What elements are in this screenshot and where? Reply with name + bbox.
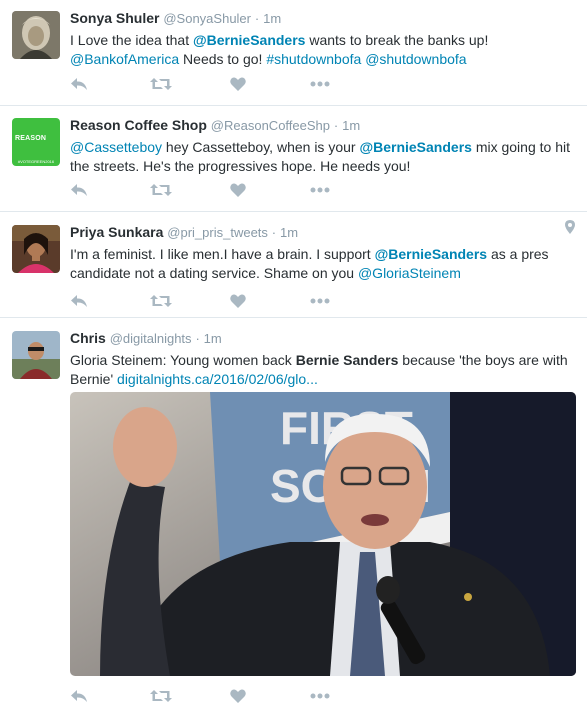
highlighted-text: Bernie Sanders (295, 352, 399, 368)
reply-button[interactable] (70, 292, 150, 310)
more-icon (310, 81, 330, 87)
like-icon (230, 183, 246, 197)
separator-dot: · (271, 225, 277, 240)
tweet-actions (70, 687, 390, 705)
separator-dot: · (333, 118, 339, 133)
tweet-time[interactable]: 1m (263, 11, 281, 26)
mention-link[interactable]: @BankofAmerica (70, 51, 179, 67)
mention-link[interactable]: @shutdownbofa (365, 51, 466, 67)
tweet-sonya[interactable]: Sonya Shuler @SonyaShuler · 1m I Love th… (0, 0, 587, 106)
reply-button[interactable] (70, 687, 150, 705)
text-segment: Gloria Steinem: Young women back (70, 352, 296, 368)
retweet-button[interactable] (150, 75, 230, 93)
author-name[interactable]: Priya Sunkara (70, 224, 163, 240)
tweet-time[interactable]: 1m (280, 225, 298, 240)
like-button[interactable] (230, 687, 310, 705)
avatar-sonya[interactable] (12, 11, 60, 59)
reply-button[interactable] (70, 181, 150, 199)
avatar-reason-coffee[interactable]: REASON #VOTEGREEN2016 (12, 118, 60, 166)
like-button[interactable] (230, 292, 310, 310)
retweet-button[interactable] (150, 687, 230, 705)
tweet-time[interactable]: 1m (204, 331, 222, 346)
more-icon (310, 298, 330, 304)
tweet-actions (70, 292, 390, 310)
reply-icon (71, 295, 87, 307)
avatar-chris[interactable] (12, 331, 60, 379)
reply-icon (71, 78, 87, 90)
separator-dot: · (254, 11, 260, 26)
retweet-icon (150, 78, 172, 90)
tweet-text: @Cassetteboy hey Cassetteboy, when is yo… (70, 138, 577, 176)
mention-link[interactable]: @BernieSanders (193, 32, 305, 48)
more-button[interactable] (310, 75, 390, 93)
tweet-text: I'm a feminist. I like men.I have a brai… (70, 245, 577, 283)
tweet-reason-coffee[interactable]: REASON #VOTEGREEN2016 Reason Coffee Shop… (0, 106, 587, 212)
separator-dot: · (195, 331, 200, 346)
hashtag-link[interactable]: #shutdownbofa (266, 51, 361, 67)
retweet-icon (150, 295, 172, 307)
text-segment: hey Cassetteboy, when is your (162, 139, 360, 155)
mention-link[interactable]: @GloriaSteinem (358, 265, 461, 281)
reply-icon (71, 184, 87, 196)
author-handle[interactable]: @pri_pris_tweets (167, 225, 268, 240)
tweet-text: Gloria Steinem: Young women back Bernie … (70, 351, 577, 389)
author-name[interactable]: Chris (70, 330, 106, 346)
text-segment: I'm a feminist. I like men.I have a brai… (70, 246, 375, 262)
author-name[interactable]: Reason Coffee Shop (70, 117, 207, 133)
tweet-feed: Sonya Shuler @SonyaShuler · 1m I Love th… (0, 0, 587, 717)
reply-button[interactable] (70, 75, 150, 93)
text-segment: wants to break the banks up! (305, 32, 489, 48)
like-icon (230, 689, 246, 703)
author-handle[interactable]: @digitalnights (110, 331, 192, 346)
more-button[interactable] (310, 292, 390, 310)
tweet-photo[interactable]: FIRST SOUTH (70, 392, 576, 676)
author-handle[interactable]: @SonyaShuler (163, 11, 251, 26)
avatar-priya[interactable] (12, 225, 60, 273)
mention-link[interactable]: @BernieSanders (359, 139, 471, 155)
tweet-chris[interactable]: Chris @digitalnights · 1m Gloria Steinem… (0, 318, 587, 717)
tweet-text: I Love the idea that @BernieSanders want… (70, 31, 577, 69)
more-icon (310, 187, 330, 193)
mention-link[interactable]: @BernieSanders (375, 246, 487, 262)
like-button[interactable] (230, 75, 310, 93)
author-handle[interactable]: @ReasonCoffeeShp (211, 118, 330, 133)
avatar-logo-subtext: #VOTEGREEN2016 (17, 159, 55, 164)
tweet-actions (70, 181, 390, 199)
avatar-logo-text: REASON (15, 135, 47, 142)
more-button[interactable] (310, 181, 390, 199)
retweet-icon (150, 690, 172, 702)
url-link[interactable]: digitalnights.ca/2016/02/06/glo... (117, 371, 318, 387)
author-name[interactable]: Sonya Shuler (70, 10, 159, 26)
tweet-priya[interactable]: Priya Sunkara @pri_pris_tweets · 1m I'm … (0, 212, 587, 318)
like-icon (230, 294, 246, 308)
retweet-button[interactable] (150, 292, 230, 310)
retweet-icon (150, 184, 172, 196)
text-segment: I Love the idea that (70, 32, 193, 48)
mention-link[interactable]: @Cassetteboy (70, 139, 162, 155)
like-button[interactable] (230, 181, 310, 199)
more-icon (310, 693, 330, 699)
more-button[interactable] (310, 687, 390, 705)
tweet-actions (70, 75, 390, 93)
text-segment: Needs to go! (179, 51, 267, 67)
reply-icon (71, 690, 87, 702)
retweet-button[interactable] (150, 181, 230, 199)
like-icon (230, 77, 246, 91)
tweet-time[interactable]: 1m (342, 118, 360, 133)
